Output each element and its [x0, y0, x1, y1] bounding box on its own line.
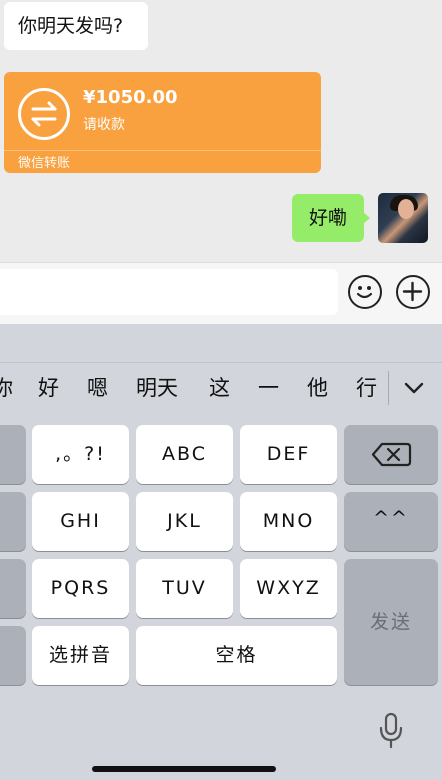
candidate-0[interactable]: 你 — [0, 363, 13, 413]
key-ghi[interactable]: GHI — [32, 492, 129, 551]
candidate-separator — [388, 371, 389, 405]
space-key[interactable]: 空格 — [136, 626, 337, 685]
backspace-key[interactable] — [344, 425, 438, 484]
candidate-bar: 你 好 嗯 明天 这 一 他 行 — [0, 362, 442, 412]
key-mno[interactable]: MNO — [240, 492, 337, 551]
candidate-2[interactable]: 嗯 — [87, 363, 108, 413]
candidate-3[interactable]: 明天 — [136, 363, 178, 413]
key-wxyz[interactable]: WXYZ — [240, 559, 337, 618]
key-label: PQRS — [50, 577, 111, 599]
avatar[interactable] — [378, 193, 428, 243]
transfer-card[interactable]: ¥1050.00 请收款 微信转账 — [4, 72, 321, 173]
smiley-icon[interactable] — [348, 275, 382, 309]
left-key-2[interactable] — [0, 492, 26, 551]
candidate-6[interactable]: 他 — [307, 363, 328, 413]
candidate-1[interactable]: 好 — [38, 363, 59, 413]
key-abc[interactable]: ABC — [136, 425, 233, 484]
transfer-icon — [18, 88, 70, 140]
key-label: GHI — [60, 510, 101, 532]
key-label: 选拼音 — [48, 644, 112, 666]
outgoing-message-text: 好嘞 — [308, 207, 347, 229]
bubble-tail — [363, 212, 370, 224]
key-jkl[interactable]: JKL — [136, 492, 233, 551]
key-def[interactable]: DEF — [240, 425, 337, 484]
key-label: 空格 — [215, 644, 258, 666]
transfer-divider — [4, 150, 321, 151]
transfer-status: 请收款 — [83, 117, 125, 133]
send-button[interactable]: 发送 — [344, 559, 438, 685]
tone-key[interactable]: ^^ — [344, 492, 438, 551]
transfer-footer: 微信转账 — [18, 156, 71, 171]
input-bar — [0, 262, 442, 324]
left-key-4[interactable] — [0, 626, 26, 685]
chat-area: 你明天发吗? ¥1050.00 请收款 微信转账 好嘞 — [0, 0, 442, 262]
candidate-4[interactable]: 这 — [209, 363, 230, 413]
key-label: DEF — [266, 443, 311, 465]
key-label: WXYZ — [256, 577, 321, 599]
plus-icon[interactable] — [396, 275, 430, 309]
left-key-3[interactable] — [0, 559, 26, 618]
key-label: ,。?! — [55, 443, 106, 465]
microphone-icon[interactable] — [378, 712, 404, 754]
home-indicator[interactable] — [92, 766, 276, 772]
transfer-amount: ¥1050.00 — [83, 87, 178, 108]
key-label: ABC — [162, 443, 207, 465]
keyboard: 你 好 嗯 明天 这 一 他 行 ,。?! ABC DEF GHI JKL MN… — [0, 324, 442, 780]
key-label: 发送 — [369, 611, 412, 633]
chevron-down-icon[interactable] — [402, 377, 426, 403]
key-label: ^^ — [373, 507, 409, 529]
key-label: TUV — [162, 577, 207, 599]
message-input[interactable] — [0, 269, 338, 315]
key-label: JKL — [167, 510, 202, 532]
key-pqrs[interactable]: PQRS — [32, 559, 129, 618]
incoming-message-bubble[interactable]: 你明天发吗? — [4, 2, 148, 50]
candidate-5[interactable]: 一 — [258, 363, 279, 413]
pinyin-key[interactable]: 选拼音 — [32, 626, 129, 685]
key-label: MNO — [262, 510, 315, 532]
outgoing-message-bubble[interactable]: 好嘞 — [292, 194, 370, 242]
left-key-1[interactable] — [0, 425, 26, 484]
key-tuv[interactable]: TUV — [136, 559, 233, 618]
candidate-7[interactable]: 行 — [356, 363, 377, 413]
key-punctuation[interactable]: ,。?! — [32, 425, 129, 484]
backspace-icon — [371, 442, 412, 467]
incoming-message-text: 你明天发吗? — [18, 15, 124, 37]
avatar-face — [398, 199, 414, 219]
